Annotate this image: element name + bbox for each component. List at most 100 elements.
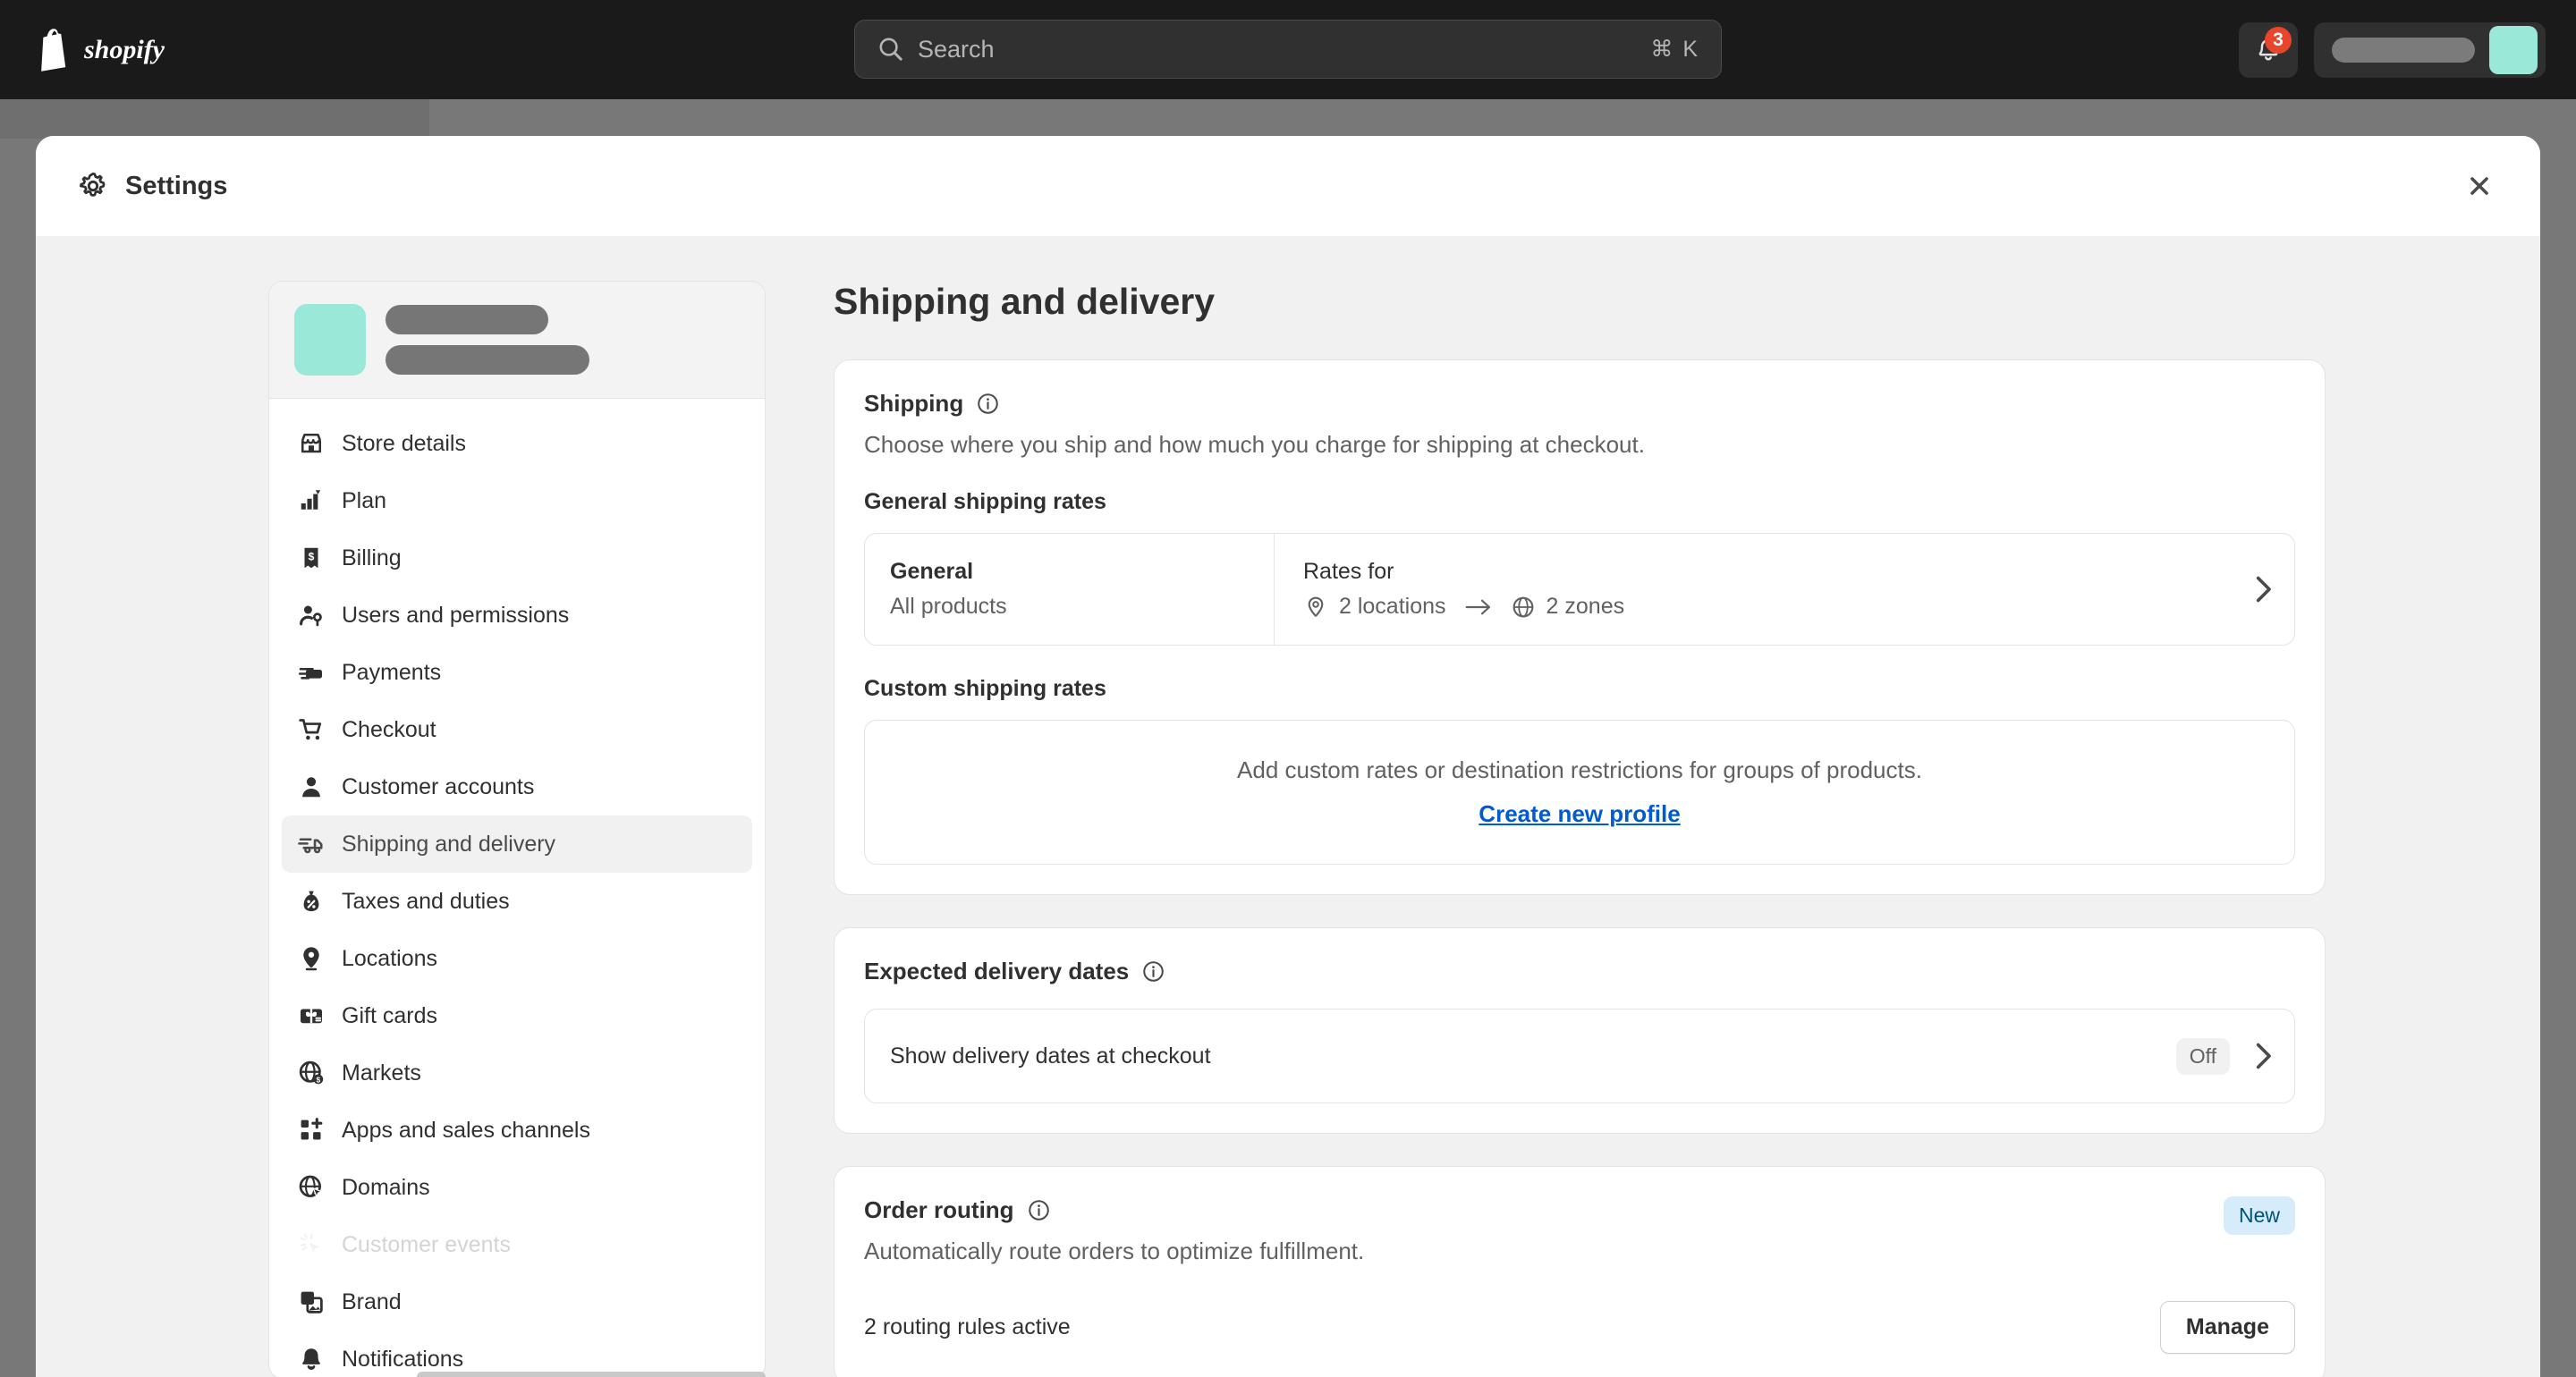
profile-rates-summary: Rates for 2 locations 2 zones (1275, 534, 2269, 645)
avatar (2489, 25, 2538, 74)
shopify-wordmark: shopify (84, 35, 165, 64)
shipping-profile-row[interactable]: General All products Rates for 2 locatio… (865, 534, 2294, 645)
sidebar-item-domains[interactable]: Domains (282, 1159, 752, 1216)
shipping-heading-label: Shipping (864, 390, 964, 417)
svg-text:$: $ (308, 550, 314, 562)
sidebar-item-label: Checkout (342, 716, 436, 742)
sidebar-item-label: Locations (342, 945, 438, 971)
store-icon (296, 429, 326, 459)
chevron-right-icon[interactable] (2253, 575, 2273, 604)
info-icon[interactable] (1141, 959, 1165, 984)
order-routing-description: Automatically route orders to optimize f… (864, 1238, 1365, 1264)
search-icon (879, 38, 902, 61)
location-pin-icon (1308, 596, 1324, 617)
order-routing-header-row: Order routing Automatically route orders… (864, 1196, 2295, 1265)
search-input-placeholder[interactable]: Search (918, 36, 1650, 63)
sidebar-item-users-and-permissions[interactable]: Users and permissions (282, 587, 752, 644)
store-account-menu[interactable] (2314, 21, 2546, 78)
profile-products-scope: All products (890, 594, 1007, 619)
create-new-profile-link[interactable]: Create new profile (1479, 800, 1680, 828)
sidebar-item-payments[interactable]: Payments (282, 644, 752, 701)
order-routing-heading: Order routing (864, 1196, 2224, 1224)
page-title: Settings (125, 171, 228, 200)
new-badge: New (2223, 1196, 2295, 1235)
show-delivery-dates-row[interactable]: Show delivery dates at checkout Off (865, 1010, 2294, 1102)
sidebar-item-shipping-and-delivery[interactable]: Shipping and delivery (282, 815, 752, 873)
brand-image-icon (296, 1288, 326, 1317)
chevron-right-icon[interactable] (2253, 1042, 2273, 1070)
profile-identity: General All products (890, 534, 1275, 645)
sidebar-item-customer-accounts[interactable]: Customer accounts (282, 758, 752, 815)
status-badge: Off (2175, 1037, 2230, 1075)
notifications-button[interactable]: 3 (2239, 21, 2298, 78)
apps-grid-plus-icon (296, 1116, 326, 1145)
click-event-icon (296, 1230, 326, 1260)
info-icon[interactable] (1027, 1198, 1051, 1222)
sidebar-item-checkout[interactable]: Checkout (282, 701, 752, 758)
sidebar-scrollbar[interactable] (417, 1372, 766, 1377)
profile-name: General (890, 559, 974, 584)
order-routing-header-left: Order routing Automatically route orders… (864, 1196, 2224, 1265)
sidebar-item-label: Domains (342, 1174, 430, 1200)
sidebar-item-markets[interactable]: $ Markets (282, 1044, 752, 1102)
custom-rates-empty-state: Add custom rates or destination restrict… (864, 720, 2295, 865)
delivery-dates-row-box[interactable]: Show delivery dates at checkout Off (864, 1009, 2295, 1103)
settings-modal: Settings Store details Plan $ Billing Users … (36, 136, 2540, 1377)
sidebar-item-store-details[interactable]: Store details (282, 415, 752, 472)
shopify-logo[interactable]: shopify (34, 27, 181, 73)
close-modal-button[interactable] (2458, 165, 2501, 207)
content-page-title: Shipping and delivery (834, 281, 1216, 322)
sidebar-item-notifications[interactable]: Notifications (282, 1331, 752, 1377)
settings-content: Shipping and delivery Shipping Choose wh… (766, 281, 2540, 1377)
sidebar-item-plan[interactable]: Plan (282, 472, 752, 529)
close-icon (2470, 177, 2488, 195)
shopify-bag-icon (41, 28, 66, 72)
info-icon[interactable] (976, 392, 1000, 416)
gear-icon (79, 172, 106, 197)
topbar-right-group: 3 (2239, 21, 2546, 78)
manage-button[interactable]: Manage (2159, 1301, 2295, 1354)
sidebar-store-block[interactable] (269, 282, 765, 399)
general-profile-box[interactable]: General All products Rates for 2 locatio… (864, 533, 2295, 646)
sidebar-item-label: Apps and sales channels (342, 1117, 590, 1143)
sidebar-item-label: Gift cards (342, 1002, 437, 1028)
users-icon (296, 601, 326, 630)
sidebar-item-billing[interactable]: $ Billing (282, 529, 752, 587)
custom-rates-empty-text: Add custom rates or destination restrict… (1237, 756, 1922, 783)
sidebar-item-taxes-and-duties[interactable]: Taxes and duties (282, 873, 752, 930)
sidebar-item-label: Customer accounts (342, 773, 535, 799)
backdrop-underlay-seam (428, 99, 429, 139)
billing-receipt-icon: $ (296, 544, 326, 573)
globe-icon (1513, 596, 1533, 617)
plan-chart-icon (296, 486, 326, 516)
notification-count-badge: 3 (2265, 26, 2292, 54)
store-logo-avatar (294, 304, 366, 376)
locations-chip: 2 locations (1303, 594, 1446, 620)
settings-sidebar: Store details Plan $ Billing Users and permi… (268, 281, 766, 1377)
sidebar-item-locations[interactable]: Locations (282, 930, 752, 987)
custom-rates-heading: Custom shipping rates (864, 676, 1106, 701)
shipping-card: Shipping Choose where you ship and how m… (834, 359, 2326, 895)
global-search-bar[interactable]: Search ⌘ K (854, 20, 1722, 79)
location-pin-icon (296, 944, 326, 974)
show-delivery-dates-label: Show delivery dates at checkout (890, 1043, 1211, 1069)
sidebar-item-label: Store details (342, 430, 466, 456)
svg-text:shopify: shopify (84, 35, 165, 64)
sidebar-item-label: Taxes and duties (342, 888, 510, 914)
sidebar-item-brand[interactable]: Brand (282, 1273, 752, 1331)
sidebar-item-gift-cards[interactable]: Gift cards (282, 987, 752, 1044)
sidebar-item-label: Notifications (342, 1346, 464, 1372)
sidebar-item-label: Payments (342, 659, 442, 685)
admin-topbar: shopify Search ⌘ K 3 (0, 0, 2576, 99)
bell-icon (296, 1345, 326, 1374)
order-routing-heading-label: Order routing (864, 1196, 1014, 1223)
tax-money-bag-icon (296, 887, 326, 917)
sidebar-item-apps-and-sales-channels[interactable]: Apps and sales channels (282, 1102, 752, 1159)
rates-meta-row: 2 locations 2 zones (1303, 594, 2269, 620)
order-routing-footer: 2 routing rules active Manage (864, 1301, 2295, 1354)
settings-modal-body: Store details Plan $ Billing Users and permi… (36, 236, 2540, 1377)
globe-dollar-icon: $ (296, 1059, 326, 1088)
sidebar-item-label: Plan (342, 487, 387, 513)
zones-chip: 2 zones (1511, 594, 1624, 620)
rates-for-label: Rates for (1303, 559, 1394, 584)
